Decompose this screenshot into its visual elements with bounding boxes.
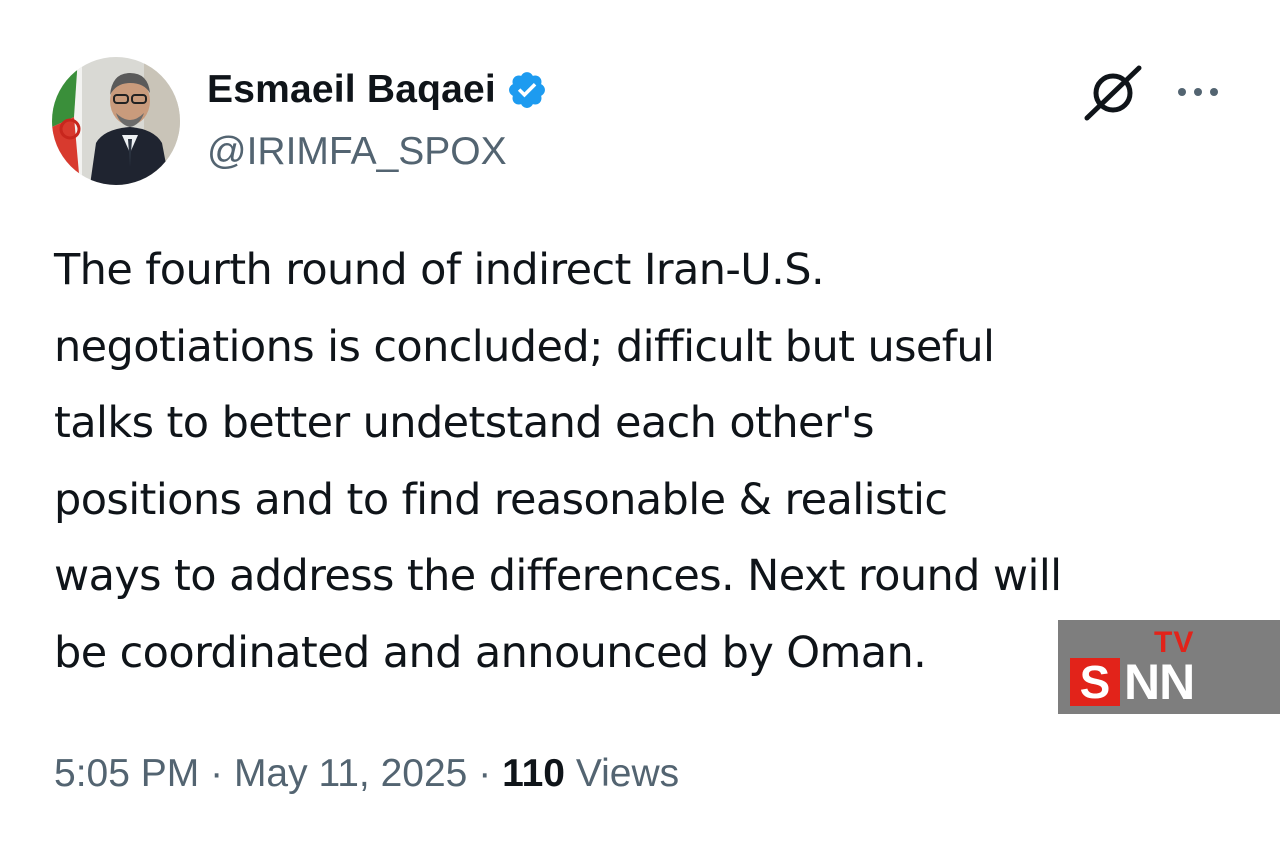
display-name[interactable]: Esmaeil Baqaei [207, 66, 496, 114]
author-handle[interactable]: @IRIMFA_SPOX [207, 128, 507, 176]
more-icon[interactable] [1170, 72, 1226, 112]
author-name-row[interactable]: Esmaeil Baqaei [207, 66, 548, 114]
tweet-time[interactable]: 5:05 PM [54, 752, 199, 795]
avatar[interactable] [52, 57, 180, 185]
views-count: 110 [502, 752, 565, 795]
meta-separator: · [478, 752, 492, 795]
snn-tv-watermark-logo: TV S NN [1058, 620, 1280, 714]
meta-separator: · [210, 752, 224, 795]
profile-photo-icon [52, 57, 180, 185]
tweet-date[interactable]: May 11, 2025 [234, 752, 467, 795]
watermark-nn: NN [1124, 654, 1195, 710]
verified-badge-icon [509, 72, 545, 108]
watermark-s: S [1070, 658, 1120, 706]
grok-icon[interactable] [1083, 64, 1143, 122]
views-label: Views [575, 752, 680, 795]
tweet-card: Esmaeil Baqaei @IRIMFA_SPOX The fourth r… [0, 0, 1280, 845]
tweet-meta: 5:05 PM · May 11, 2025 · 110 Views [54, 750, 679, 798]
